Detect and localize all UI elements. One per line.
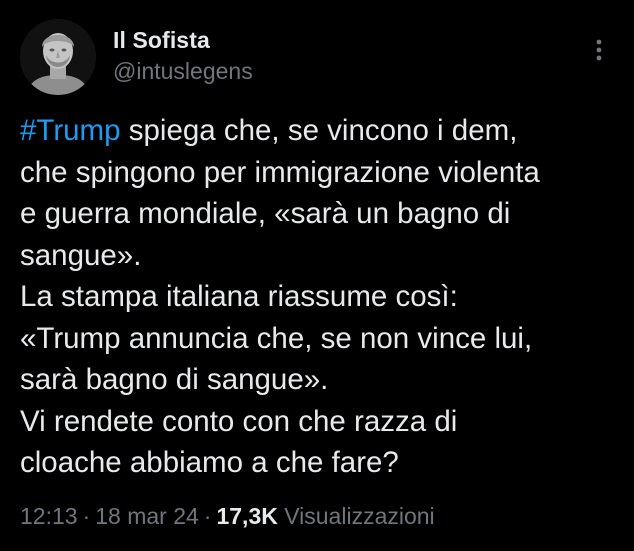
views-label: Visualizzazioni xyxy=(284,503,435,529)
more-vertical-icon xyxy=(596,39,602,61)
author-handle[interactable]: @intuslegens xyxy=(113,58,253,85)
tweet-date[interactable]: 18 mar 24 xyxy=(95,503,199,529)
tweet-card: Il Sofista @intuslegens #Trump spiega ch… xyxy=(0,0,634,551)
tweet-time[interactable]: 12:13 xyxy=(20,503,78,529)
avatar[interactable] xyxy=(20,19,96,95)
bust-statue-avatar-icon xyxy=(20,19,96,95)
tweet-body: spiega che, se vincono i dem, che spingo… xyxy=(20,114,540,479)
more-options-button[interactable] xyxy=(588,34,610,70)
tweet-meta: 12:13 · 18 mar 24 · 17,3K Visualizzazioni xyxy=(20,503,435,530)
tweet-text: #Trump spiega che, se vincono i dem, che… xyxy=(20,110,620,484)
meta-separator: · xyxy=(82,503,91,529)
hashtag-link[interactable]: #Trump xyxy=(20,114,121,147)
author-display-name[interactable]: Il Sofista xyxy=(113,27,210,54)
views-count[interactable]: 17,3K xyxy=(216,503,277,529)
meta-separator: · xyxy=(203,503,212,529)
